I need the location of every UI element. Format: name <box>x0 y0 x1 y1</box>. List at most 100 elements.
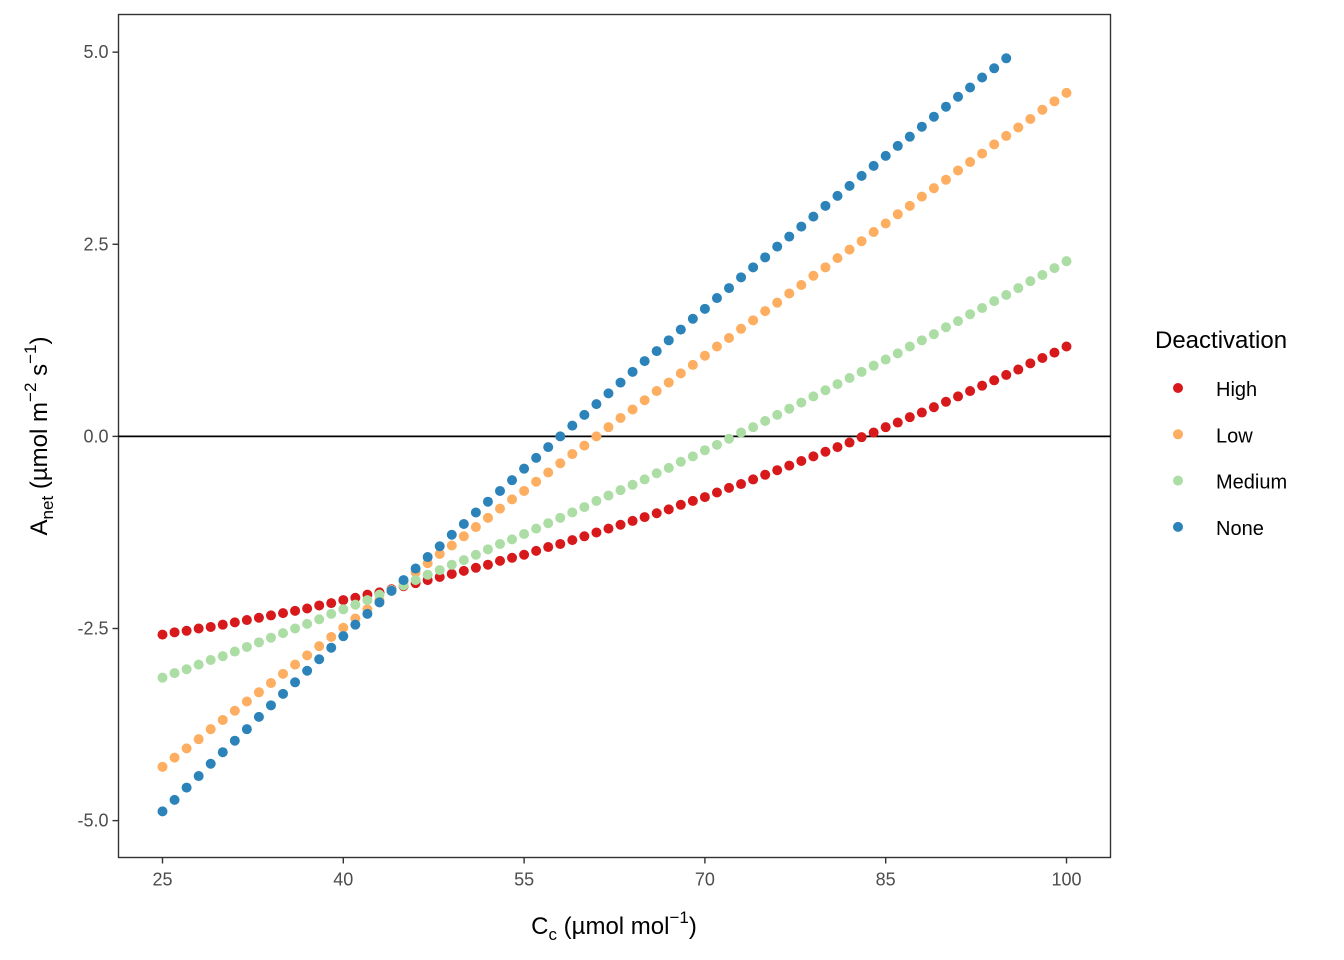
data-point <box>1049 263 1060 274</box>
data-point <box>482 544 493 555</box>
data-point <box>591 527 602 538</box>
data-point <box>663 462 674 473</box>
data-point <box>820 200 831 211</box>
data-point <box>169 668 180 679</box>
data-point <box>880 354 891 365</box>
data-point <box>687 495 698 506</box>
data-point <box>543 467 554 478</box>
data-point <box>229 705 240 716</box>
data-point <box>1013 364 1024 375</box>
data-point <box>386 585 397 596</box>
data-point <box>772 241 783 252</box>
data-point <box>953 391 964 402</box>
data-point <box>748 262 759 273</box>
legend-label: Low <box>1216 425 1253 447</box>
data-point <box>904 412 915 423</box>
data-point <box>326 608 337 619</box>
data-point <box>603 388 614 399</box>
data-point <box>229 617 240 628</box>
data-point <box>302 650 313 661</box>
data-point <box>350 599 361 610</box>
data-point <box>181 782 192 793</box>
data-point <box>458 565 469 576</box>
data-point <box>410 563 421 574</box>
data-point <box>965 157 976 168</box>
data-point <box>253 711 264 722</box>
data-point <box>832 442 843 453</box>
data-point <box>1001 369 1012 380</box>
data-point <box>1037 353 1048 364</box>
data-point <box>579 531 590 542</box>
data-point <box>374 597 385 608</box>
data-point <box>844 180 855 191</box>
data-point <box>892 209 903 220</box>
chart: 25 40 55 70 85 100 -5.0 -2.5 0.0 2.5 5.0 Cc (µmol… <box>21 13 1287 944</box>
data-point <box>446 559 457 570</box>
data-point <box>567 449 578 460</box>
data-point <box>543 542 554 553</box>
data-point <box>1037 270 1048 281</box>
data-point <box>977 148 988 159</box>
data-point <box>844 437 855 448</box>
x-tick-label: 70 <box>695 870 715 890</box>
data-point <box>362 595 373 606</box>
data-point <box>193 771 204 782</box>
data-point <box>977 72 988 83</box>
data-point <box>965 386 976 397</box>
data-point <box>290 677 301 688</box>
data-point <box>555 538 566 549</box>
data-point <box>989 375 1000 386</box>
data-point <box>543 442 554 453</box>
data-point <box>338 631 349 642</box>
data-point <box>711 341 722 352</box>
data-point <box>832 253 843 264</box>
data-point <box>916 335 927 346</box>
data-point <box>1025 114 1036 125</box>
data-point <box>1025 276 1036 287</box>
data-point <box>1001 53 1012 64</box>
data-point <box>880 218 891 229</box>
data-point <box>856 236 867 247</box>
x-tick-label: 25 <box>152 870 172 890</box>
data-point <box>494 485 505 496</box>
data-point <box>470 562 481 573</box>
data-point <box>507 475 518 486</box>
data-point <box>711 487 722 498</box>
data-point <box>157 672 168 683</box>
data-point <box>916 191 927 202</box>
data-point <box>265 678 276 689</box>
data-point <box>953 91 964 102</box>
data-point <box>989 296 1000 307</box>
data-point <box>519 549 530 560</box>
data-point <box>326 598 337 609</box>
data-point <box>217 714 228 725</box>
data-point <box>241 724 252 735</box>
data-point <box>531 545 542 556</box>
data-point <box>784 288 795 299</box>
data-point <box>627 515 638 526</box>
data-point <box>760 469 771 480</box>
data-point <box>470 507 481 518</box>
data-point <box>796 397 807 408</box>
data-point <box>567 420 578 431</box>
data-point <box>410 575 421 586</box>
data-point <box>157 806 168 817</box>
data-point <box>314 654 325 665</box>
data-point <box>1061 256 1072 267</box>
data-point <box>494 555 505 566</box>
data-point <box>290 605 301 616</box>
data-point <box>169 627 180 638</box>
legend-key <box>1173 429 1183 440</box>
data-point <box>1025 358 1036 369</box>
data-point <box>241 696 252 707</box>
data-point <box>760 416 771 427</box>
data-point <box>904 131 915 142</box>
legend-item-medium: Medium <box>1173 472 1287 494</box>
data-point <box>169 794 180 805</box>
data-point <box>205 724 216 735</box>
data-point <box>591 399 602 410</box>
data-point <box>265 610 276 621</box>
data-point <box>989 63 1000 74</box>
data-point <box>953 316 964 327</box>
data-point <box>965 82 976 93</box>
